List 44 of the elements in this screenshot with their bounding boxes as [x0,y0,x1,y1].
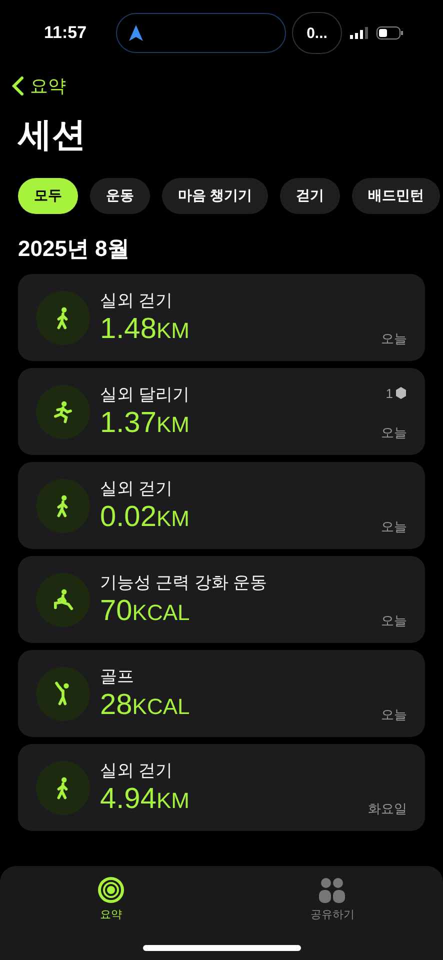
session-card[interactable]: 기능성 근력 강화 운동 70KCAL 오늘 [18,556,425,643]
session-value: 4.94KM [100,782,190,816]
session-value: 28KCAL [100,688,191,722]
badge-count: 1 [386,386,407,400]
session-name: 골프 [100,666,135,688]
filter-chip[interactable]: 걷기 [280,178,340,214]
session-name: 실외 걷기 [100,760,174,782]
session-card[interactable]: 실외 걷기 4.94KM 화요일 [18,744,425,831]
signal-icon [350,27,370,39]
hexagon-icon [395,387,407,399]
filter-chip[interactable]: 배드민턴 [352,178,440,214]
filter-chip[interactable]: 운동 [90,178,150,214]
chevron-left-icon [12,76,24,96]
session-date: 오늘 [381,518,407,536]
session-value: 0.02KM [100,500,190,534]
session-name: 기능성 근력 강화 운동 [100,572,268,594]
session-name: 실외 걷기 [100,478,174,500]
status-time: 11:57 [44,23,88,43]
session-card[interactable]: 실외 걷기 0.02KM 오늘 [18,462,425,549]
session-card[interactable]: 실외 걷기 1.48KM 오늘 [18,274,425,361]
session-card[interactable]: 실외 달리기 1.37KM 1 오늘 [18,368,425,455]
session-date: 오늘 [381,330,407,348]
tab-bar-item[interactable]: 요약 [0,866,222,926]
battery-icon [376,26,404,40]
session-card[interactable]: 골프 28KCAL 오늘 [18,650,425,737]
navigation-arrow-icon [129,25,143,41]
session-date: 오늘 [381,612,407,630]
rings-icon [96,876,125,904]
session-value: 1.37KM [100,406,190,440]
session-value: 70KCAL [100,594,191,628]
page-title: 세션 [18,115,87,156]
session-date: 오늘 [381,424,407,442]
session-value: 1.48KM [100,312,190,346]
navigation-pill[interactable] [116,13,286,53]
filter-chip[interactable]: 모두 [18,178,78,214]
session-date: 오늘 [381,706,407,724]
session-name: 실외 걷기 [100,290,174,312]
filter-chip[interactable]: 마음 챙기기 [162,178,268,214]
activity-pill[interactable]: 0... [292,12,342,54]
tab-bar-item[interactable]: 공유하기 [222,866,443,926]
back-link[interactable]: 요약 [12,74,66,98]
session-date: 화요일 [368,800,407,818]
month-heading: 2025년 8월 [18,235,130,263]
session-name: 실외 달리기 [100,384,191,406]
